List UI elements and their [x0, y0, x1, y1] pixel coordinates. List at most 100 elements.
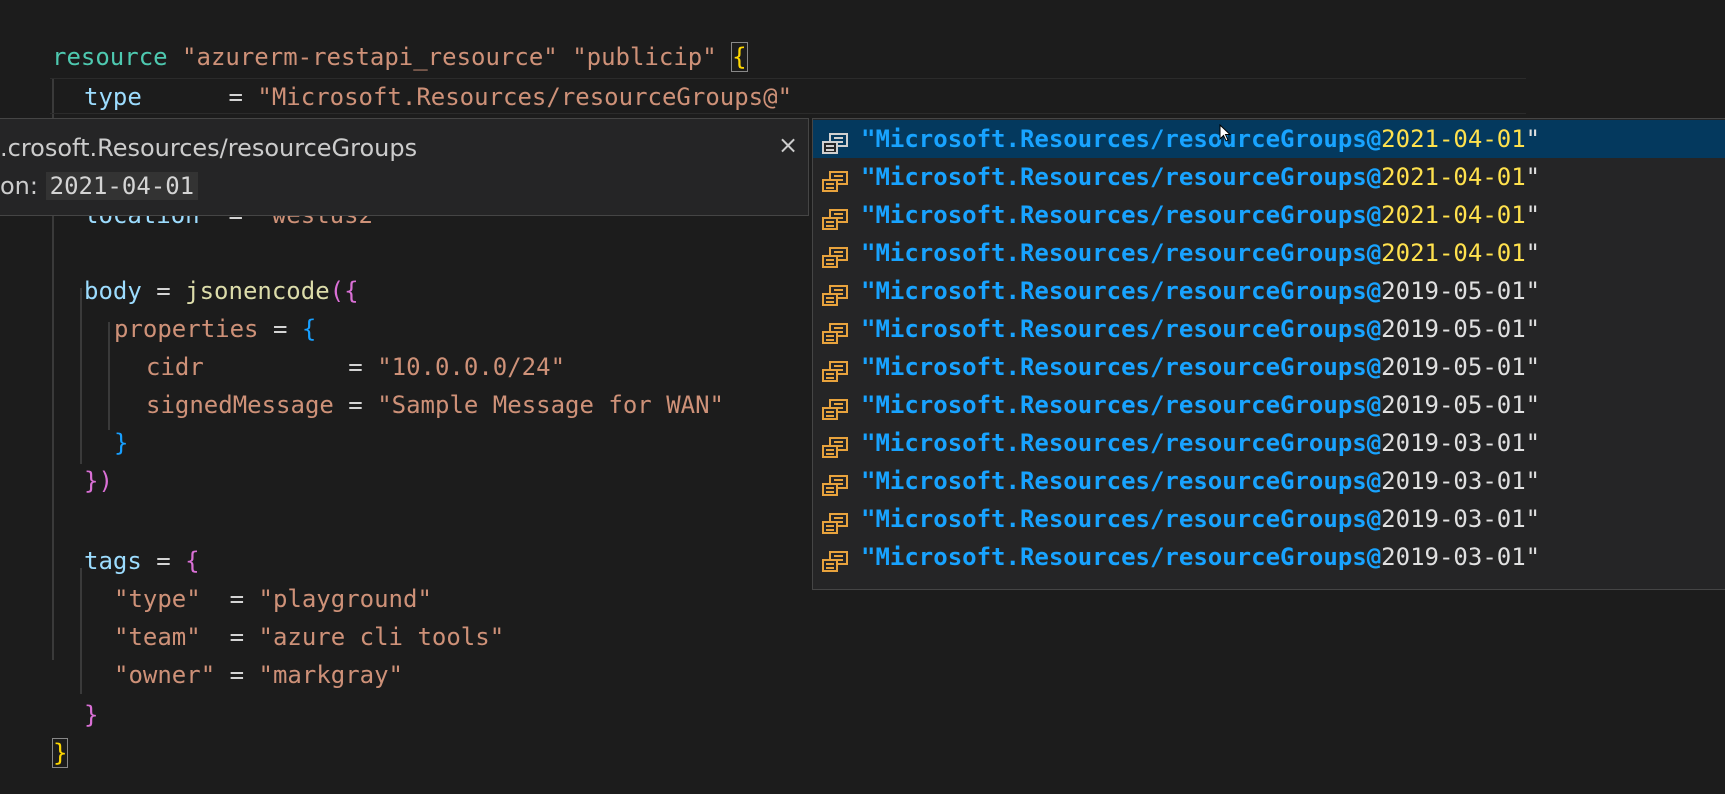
- suggestion-item[interactable]: "Microsoft.Resources/resourceGroups@2021…: [813, 234, 1725, 272]
- equals: =: [258, 315, 302, 343]
- attr-body: body: [84, 277, 142, 305]
- suggestion-item[interactable]: "Microsoft.Resources/resourceGroups@2021…: [813, 158, 1725, 196]
- enum-member-icon: [821, 318, 849, 344]
- suggestion-quote: ": [1525, 201, 1541, 229]
- suggestion-match: "Microsoft.Resources/resourceGroups@: [861, 353, 1382, 381]
- hover-version-value: 2021-04-01: [45, 172, 199, 200]
- code-line-11[interactable]: }): [84, 464, 113, 498]
- suggestion-item[interactable]: "Microsoft.Resources/resourceGroups@2019…: [813, 538, 1725, 576]
- type-value-string: "Microsoft.Resources/resourceGroups@": [257, 83, 793, 111]
- keyword-resource: resource: [52, 43, 168, 71]
- suggestion-label: "Microsoft.Resources/resourceGroups@2021…: [861, 234, 1540, 272]
- tag-value-owner: "markgray": [258, 661, 404, 689]
- suggestion-label: "Microsoft.Resources/resourceGroups@2019…: [861, 348, 1540, 386]
- open-brace: {: [731, 42, 748, 72]
- cidr-value-string: "10.0.0.0/24": [377, 353, 566, 381]
- suggestion-item[interactable]: "Microsoft.Resources/resourceGroups@2019…: [813, 386, 1725, 424]
- suggestion-version: 2021-04-01: [1381, 201, 1526, 229]
- code-line-2[interactable]: type = "Microsoft.Resources/resourceGrou…: [84, 80, 792, 114]
- code-line-7[interactable]: properties = {: [114, 312, 316, 346]
- resource-type-string: "azurerm-restapi_resource": [182, 43, 558, 71]
- suggestion-match: "Microsoft.Resources/resourceGroups@: [861, 277, 1382, 305]
- tag-value-team: "azure cli tools": [258, 623, 505, 651]
- suggestion-item[interactable]: "Microsoft.Resources/resourceGroups@2019…: [813, 500, 1725, 538]
- attr-tags: tags: [84, 547, 142, 575]
- equals: =: [203, 353, 378, 381]
- suggestion-item[interactable]: "Microsoft.Resources/resourceGroups@2021…: [813, 196, 1725, 234]
- code-line-8[interactable]: cidr = "10.0.0.0/24": [146, 350, 565, 384]
- suggestion-version: 2019-03-01: [1381, 429, 1526, 457]
- suggestion-match: "Microsoft.Resources/resourceGroups@: [861, 467, 1382, 495]
- indent-guide: [108, 322, 110, 430]
- enum-member-icon: [821, 242, 849, 268]
- suggestion-version: 2019-05-01: [1381, 277, 1526, 305]
- code-line-1[interactable]: resource "azurerm-restapi_resource" "pub…: [52, 40, 748, 74]
- suggestion-quote: ": [1525, 277, 1541, 305]
- open-brace: {: [301, 315, 317, 343]
- suggestion-version: 2021-04-01: [1381, 163, 1526, 191]
- equals: =: [200, 623, 259, 651]
- suggestion-quote: ": [1525, 125, 1541, 153]
- suggestion-item[interactable]: "Microsoft.Resources/resourceGroups@2019…: [813, 272, 1725, 310]
- mouse-cursor-icon: [1219, 124, 1232, 142]
- suggestion-version: 2019-03-01: [1381, 543, 1526, 571]
- suggestion-quote: ": [1525, 429, 1541, 457]
- suggestion-match: "Microsoft.Resources/resourceGroups@: [861, 505, 1382, 533]
- suggestion-label: "Microsoft.Resources/resourceGroups@2019…: [861, 386, 1540, 424]
- suggestion-match: "Microsoft.Resources/resourceGroups@: [861, 163, 1382, 191]
- suggestion-widget: "Microsoft.Resources/resourceGroups@2021…: [812, 118, 1725, 590]
- code-line-16[interactable]: "owner" = "markgray": [114, 658, 403, 692]
- suggestion-quote: ": [1525, 543, 1541, 571]
- suggestion-label: "Microsoft.Resources/resourceGroups@2021…: [861, 158, 1540, 196]
- code-line-9[interactable]: signedMessage = "Sample Message for WAN": [146, 388, 724, 422]
- close-brace: }: [84, 701, 99, 729]
- suggestion-label: "Microsoft.Resources/resourceGroups@2021…: [861, 196, 1540, 234]
- suggestion-match: "Microsoft.Resources/resourceGroups@: [861, 429, 1382, 457]
- close-brace-root: }: [52, 738, 69, 768]
- suggestion-match: "Microsoft.Resources/resourceGroups@: [861, 315, 1382, 343]
- suggestion-item[interactable]: "Microsoft.Resources/resourceGroups@2021…: [813, 120, 1725, 158]
- enum-member-icon: [821, 546, 849, 572]
- code-line-18[interactable]: }: [52, 736, 69, 770]
- indent-guide: [80, 288, 82, 464]
- enum-member-icon: [821, 394, 849, 420]
- code-line-15[interactable]: "team" = "azure cli tools": [114, 620, 504, 654]
- suggestion-item[interactable]: "Microsoft.Resources/resourceGroups@2019…: [813, 310, 1725, 348]
- enum-member-icon: [821, 128, 849, 154]
- enum-member-icon: [821, 204, 849, 230]
- close-icon[interactable]: ×: [776, 133, 800, 157]
- suggestion-match: "Microsoft.Resources/resourceGroups@: [861, 125, 1382, 153]
- equals: =: [215, 661, 259, 689]
- suggestion-item[interactable]: "Microsoft.Resources/resourceGroups@2019…: [813, 348, 1725, 386]
- suggestion-item[interactable]: "Microsoft.Resources/resourceGroups@2019…: [813, 462, 1725, 500]
- key-signedmessage: signedMessage: [146, 391, 334, 419]
- suggestion-match: "Microsoft.Resources/resourceGroups@: [861, 201, 1382, 229]
- code-line-17[interactable]: }: [84, 698, 98, 732]
- resource-name-string: "publicip": [572, 43, 717, 71]
- suggestion-label: "Microsoft.Resources/resourceGroups@2019…: [861, 310, 1540, 348]
- suggestion-match: "Microsoft.Resources/resourceGroups@: [861, 239, 1382, 267]
- close-brace-paren: }): [84, 467, 113, 495]
- suggestion-label: "Microsoft.Resources/resourceGroups@2019…: [861, 462, 1540, 500]
- enum-member-icon: [821, 280, 849, 306]
- suggestion-version: 2021-04-01: [1381, 125, 1526, 153]
- suggestion-version: 2019-05-01: [1381, 391, 1526, 419]
- enum-member-icon: [821, 470, 849, 496]
- code-line-13[interactable]: tags = {: [84, 544, 200, 578]
- close-brace: }: [114, 429, 129, 457]
- code-line-14[interactable]: "type" = "playground": [114, 582, 432, 616]
- code-line-10[interactable]: }: [114, 426, 128, 460]
- suggestion-quote: ": [1525, 505, 1541, 533]
- suggestion-version: 2019-05-01: [1381, 315, 1526, 343]
- suggestion-quote: ": [1525, 353, 1541, 381]
- enum-member-icon: [821, 166, 849, 192]
- hover-version-label: on:: [0, 172, 38, 200]
- suggestion-version: 2019-03-01: [1381, 505, 1526, 533]
- hover-tooltip: .crosoft.Resources/resourceGroups on: 20…: [0, 118, 809, 216]
- suggestion-quote: ": [1525, 315, 1541, 343]
- equals: =: [333, 391, 378, 419]
- open-paren-brace: ({: [329, 277, 359, 305]
- equals: =: [141, 83, 258, 111]
- code-line-6[interactable]: body = jsonencode({: [84, 274, 359, 308]
- suggestion-item[interactable]: "Microsoft.Resources/resourceGroups@2019…: [813, 424, 1725, 462]
